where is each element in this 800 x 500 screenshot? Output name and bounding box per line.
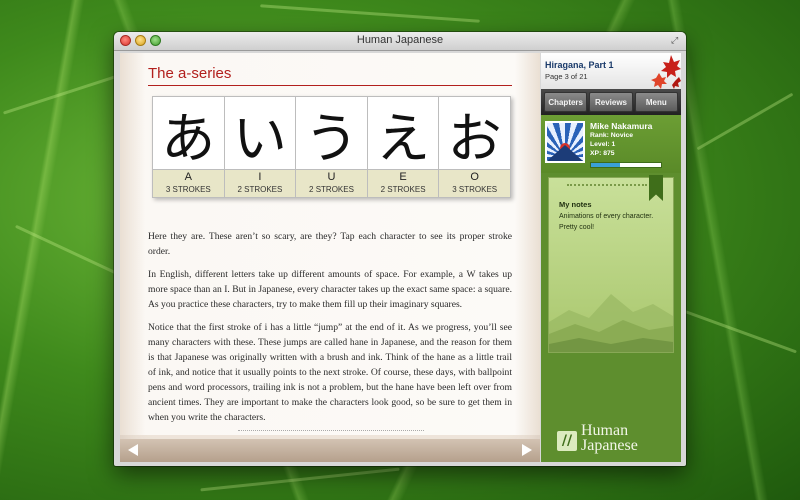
kana-character: う: [296, 97, 367, 170]
chapter-page-indicator: Page 3 of 21: [545, 72, 588, 81]
page-nav-bar: [120, 439, 540, 462]
grass-streak: [14, 224, 126, 279]
fullscreen-icon[interactable]: ⤢: [671, 35, 681, 45]
user-level: Level: 1: [590, 141, 616, 148]
page-end-divider: [238, 430, 424, 431]
notes-panel[interactable]: My notes Animations of every character. …: [548, 175, 674, 353]
xp-progress-bar: [590, 162, 662, 168]
kana-romaji: U: [296, 170, 367, 184]
sidebar: Hiragana, Part 1 Page 3 of 21 Chapters R…: [541, 53, 681, 462]
grass-streak: [200, 467, 400, 492]
user-xp: XP: 875: [590, 150, 615, 157]
kana-stroke-count: 3 STROKES: [153, 184, 224, 197]
kana-cell-i[interactable]: い I 2 STROKES: [224, 97, 297, 197]
chapter-name: Hiragana, Part 1: [545, 60, 614, 70]
lesson-page: The a-series あ A 3 STROKES い I 2 STROKES…: [120, 53, 540, 435]
tab-chapters[interactable]: Chapters: [544, 92, 588, 112]
xp-progress-fill: [591, 163, 621, 167]
notes-binding: [567, 184, 647, 186]
kana-cell-e[interactable]: え E 2 STROKES: [367, 97, 440, 197]
kana-cell-a[interactable]: あ A 3 STROKES: [153, 97, 225, 197]
notes-body: Animations of every character. Pretty co…: [559, 213, 654, 231]
brand-name-line2: Japanese: [581, 437, 638, 454]
kana-stroke-count: 2 STROKES: [367, 184, 439, 197]
chapter-header: Hiragana, Part 1 Page 3 of 21: [541, 53, 681, 89]
paragraph: Here they are. These aren’t so scary, ar…: [148, 231, 512, 257]
kana-romaji: A: [153, 170, 224, 184]
kana-stroke-count: 2 STROKES: [224, 184, 296, 197]
kana-table: あ A 3 STROKES い I 2 STROKES う U 2 STROKE…: [152, 96, 511, 198]
title-bar[interactable]: Human Japanese ⤢: [114, 32, 686, 51]
window-title: Human Japanese: [356, 34, 444, 46]
app-window: Human Japanese ⤢ The a-series あ A 3 STRO…: [114, 32, 686, 466]
lesson-body: Here they are. These aren’t so scary, ar…: [148, 229, 512, 433]
left-arrow-icon[interactable]: [128, 444, 138, 456]
user-rank: Rank: Novice: [590, 132, 634, 139]
brand-logo: // Human Japanese: [551, 421, 677, 457]
maple-leaf-icon: [651, 55, 681, 89]
mountain-icon: [547, 145, 583, 161]
tab-menu[interactable]: Menu: [634, 92, 678, 112]
kana-cell-u[interactable]: う U 2 STROKES: [296, 97, 368, 197]
kana-cell-o[interactable]: お O 3 STROKES: [439, 97, 510, 197]
user-name: Mike Nakamura: [590, 121, 653, 131]
kana-character: お: [439, 97, 510, 170]
kana-stroke-count: 2 STROKES: [296, 184, 367, 197]
kana-character: あ: [153, 97, 224, 170]
bookmark-ribbon-icon: [649, 175, 663, 201]
grass-streak: [696, 92, 794, 151]
mountain-illustration: [549, 294, 673, 352]
grass-streak: [260, 4, 480, 23]
user-profile: Mike Nakamura Rank: Novice Level: 1 XP: …: [541, 115, 681, 173]
paragraph: Notice that the first stroke of i has a …: [148, 322, 512, 423]
kana-romaji: I: [224, 170, 296, 184]
tab-reviews[interactable]: Reviews: [589, 92, 633, 112]
grass-streak: [683, 309, 797, 354]
avatar: [545, 121, 585, 163]
kana-romaji: O: [439, 170, 510, 184]
paragraph: In English, different letters take up di…: [148, 269, 512, 310]
book-page-area: The a-series あ A 3 STROKES い I 2 STROKES…: [120, 53, 540, 462]
kana-stroke-count: 3 STROKES: [439, 184, 510, 197]
kana-romaji: E: [367, 170, 439, 184]
section-title: The a-series: [148, 65, 232, 82]
notes-title: My notes: [559, 200, 592, 209]
kana-character: い: [224, 97, 296, 170]
sidebar-tabs: Chapters Reviews Menu: [541, 89, 681, 115]
title-divider: [148, 85, 512, 86]
logo-icon: //: [557, 431, 577, 451]
right-arrow-icon[interactable]: [522, 444, 532, 456]
kana-character: え: [367, 97, 439, 170]
